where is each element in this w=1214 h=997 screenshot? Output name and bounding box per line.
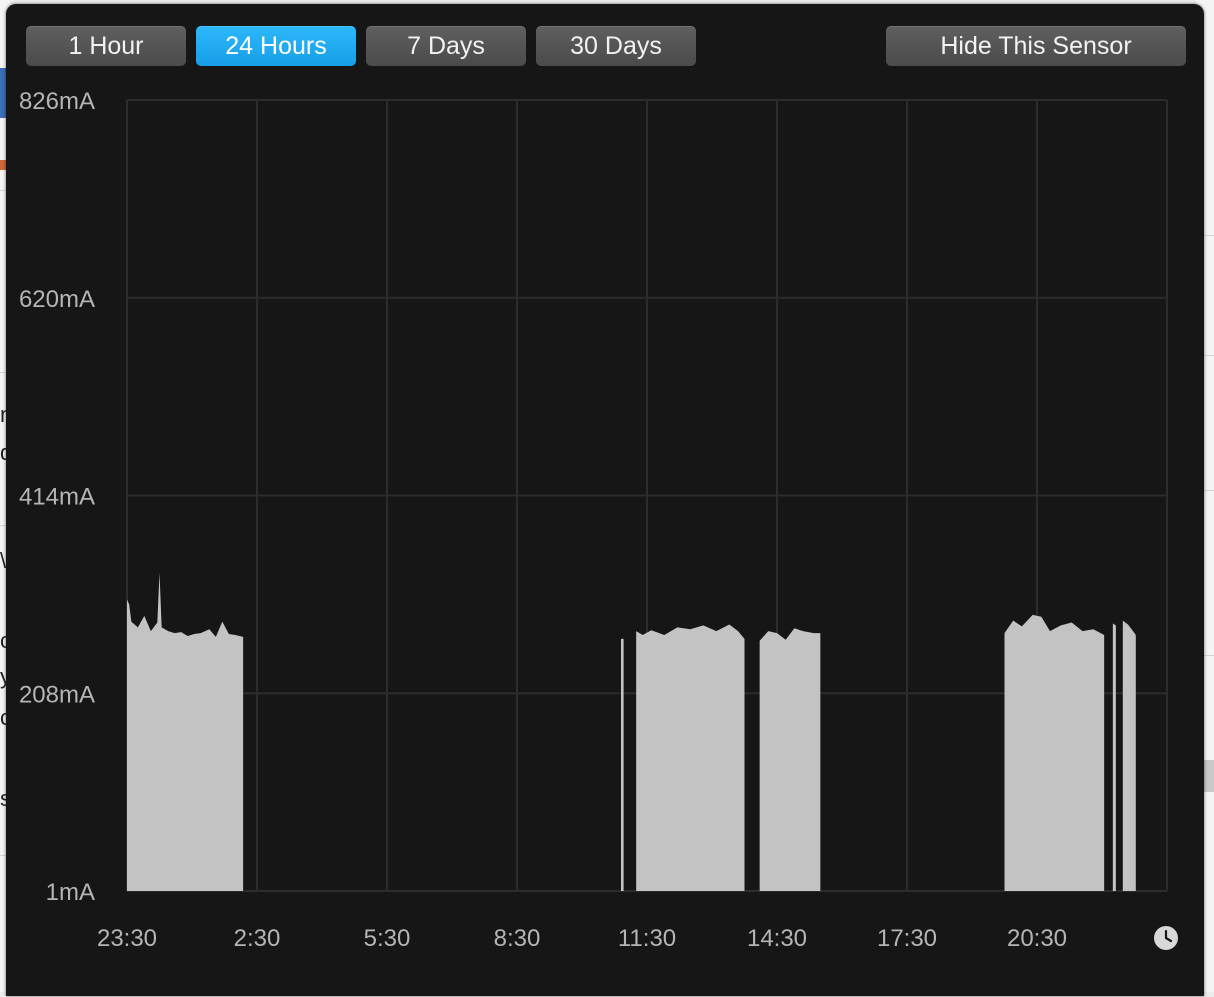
y-tick-label: 1mA	[46, 879, 95, 906]
sensor-history-popover: 1 Hour 24 Hours 7 Days 30 Days Hide This…	[6, 4, 1204, 996]
current-chart-svg: 826mA 620mA 414mA 208mA 1mA 23:30 2:30 5:30 8:3…	[19, 88, 1178, 952]
y-axis: 826mA 620mA 414mA 208mA 1mA	[19, 88, 95, 906]
current-area-segment	[1122, 620, 1136, 891]
y-tick-label: 620mA	[19, 286, 95, 313]
current-area-segment	[759, 628, 821, 891]
current-area-segment	[636, 624, 745, 891]
y-tick-label: 826mA	[19, 88, 95, 115]
y-tick-label: 208mA	[19, 681, 95, 708]
x-tick-label: 5:30	[364, 925, 411, 952]
clock-icon[interactable]	[1154, 926, 1178, 950]
x-tick-label: 17:30	[877, 925, 937, 952]
current-area-segment	[1112, 623, 1116, 891]
x-axis: 23:30 2:30 5:30 8:30 11:30 14:30 17:30 20:30	[97, 925, 1067, 952]
x-tick-label: 2:30	[234, 925, 281, 952]
x-tick-label: 23:30	[97, 925, 157, 952]
x-tick-label: 8:30	[494, 925, 541, 952]
x-tick-label: 20:30	[1007, 925, 1067, 952]
y-tick-label: 414mA	[19, 484, 95, 511]
x-tick-label: 14:30	[747, 925, 807, 952]
chart-area-series	[127, 572, 1136, 891]
current-area-segment	[127, 572, 244, 891]
x-tick-label: 11:30	[618, 925, 676, 952]
current-chart: 826mA 620mA 414mA 208mA 1mA 23:30 2:30 5:30 8:3…	[6, 4, 1204, 997]
current-area-segment	[1004, 614, 1105, 891]
current-area-segment	[621, 638, 624, 891]
